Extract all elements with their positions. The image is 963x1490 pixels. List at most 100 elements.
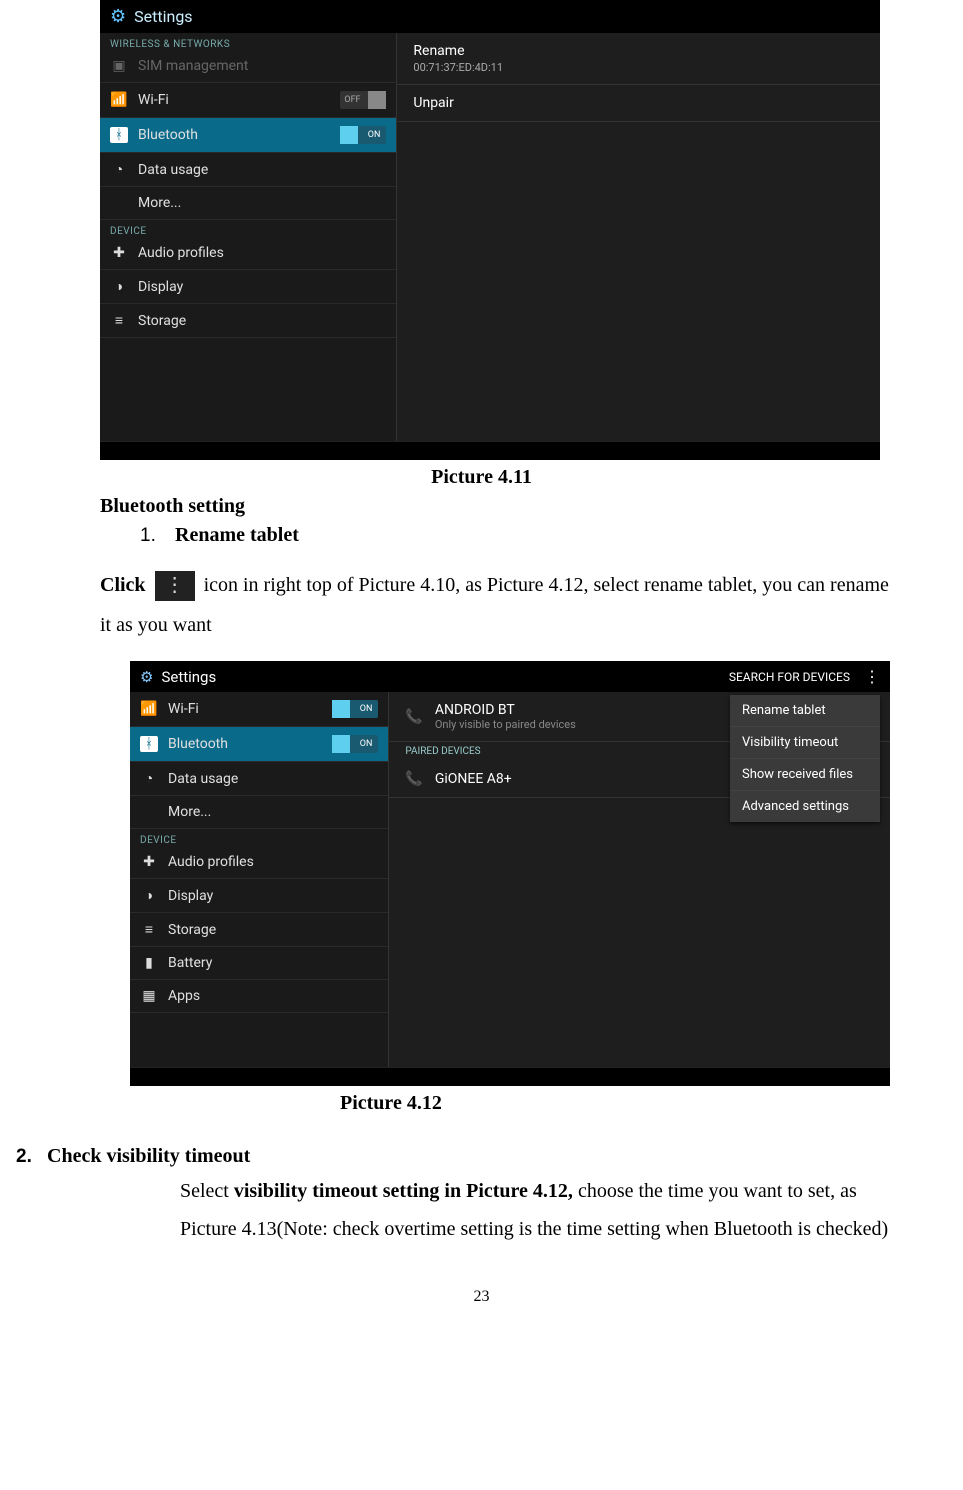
section-device-header: DEVICE [100, 220, 396, 237]
menu-visibility-timeout[interactable]: Visibility timeout [730, 727, 880, 759]
display-icon: ◑ [140, 887, 158, 904]
data-usage-icon: ◔ [110, 161, 128, 178]
menu-advanced-settings[interactable]: Advanced settings [730, 791, 880, 822]
screenshot-4-11: ⚙ Settings WIRELESS & NETWORKS ▣ SIM man… [100, 0, 880, 460]
audio-icon: ✚ [110, 245, 128, 261]
sidebar-item-audio[interactable]: ✚ Audio profiles [130, 846, 388, 879]
sidebar-item-storage[interactable]: ≡ Storage [130, 913, 388, 947]
sidebar-item-label: Display [168, 888, 213, 904]
window-title: Settings [161, 668, 216, 686]
figure-caption: Picture 4.11 [10, 466, 953, 489]
wifi-toggle[interactable] [332, 700, 378, 718]
sidebar-item-more[interactable]: More... [130, 796, 388, 829]
storage-icon: ≡ [140, 921, 158, 938]
section-device-header: DEVICE [130, 829, 388, 846]
sidebar-item-wifi[interactable]: 📶 Wi-Fi [130, 692, 388, 727]
sidebar-item-label: Data usage [168, 771, 238, 787]
window-title: Settings [134, 7, 192, 26]
sidebar-item-label: Battery [168, 955, 212, 971]
overflow-menu-icon [155, 571, 195, 601]
sidebar-item-label: Audio profiles [168, 854, 254, 870]
sidebar-item-display[interactable]: ◑ Display [100, 270, 396, 304]
battery-icon: ▮ [140, 955, 158, 971]
settings-sidebar: 📶 Wi-Fi ᚼ Bluetooth ◔ Data usage More... [130, 692, 389, 1067]
search-devices-button[interactable]: SEARCH FOR DEVICES [729, 670, 850, 684]
data-usage-icon: ◔ [140, 770, 158, 787]
sidebar-item-label: Storage [138, 313, 186, 329]
phone-icon: 📞 [405, 771, 422, 787]
para1-click: Click [100, 574, 151, 596]
window-titlebar: ⚙ Settings [100, 0, 880, 33]
action-bar: ⚙Settings SEARCH FOR DEVICES ⋮ [130, 661, 890, 692]
device-visibility: Only visible to paired devices [435, 718, 576, 731]
apps-icon: ▦ [140, 988, 158, 1004]
menu-show-received-files[interactable]: Show received files [730, 759, 880, 791]
audio-icon: ✚ [140, 854, 158, 870]
sidebar-item-more[interactable]: More... [100, 187, 396, 220]
sidebar-item-label: Bluetooth [168, 736, 228, 752]
settings-sidebar: WIRELESS & NETWORKS ▣ SIM management 📶 W… [100, 33, 397, 441]
wifi-icon: 📶 [140, 701, 158, 717]
sidebar-item-sim[interactable]: ▣ SIM management [100, 50, 396, 83]
storage-icon: ≡ [110, 312, 128, 329]
phone-icon: 📞 [405, 709, 422, 725]
bluetooth-setting-heading: Bluetooth setting [100, 495, 953, 518]
rename-label: Rename [413, 43, 864, 59]
sim-icon: ▣ [110, 58, 128, 74]
sidebar-item-display[interactable]: ◑ Display [130, 879, 388, 913]
para1-rest: icon in right top of Picture 4.10, as Pi… [100, 574, 889, 636]
rename-option[interactable]: Rename 00:71:37:ED:4D:11 [397, 33, 880, 85]
paired-device-name: GiONEE A8+ [435, 771, 512, 787]
overflow-menu-icon[interactable]: ⋮ [864, 667, 880, 686]
settings-icon: ⚙Settings [140, 668, 216, 686]
bluetooth-toggle[interactable] [340, 126, 386, 144]
wifi-toggle[interactable] [340, 91, 386, 109]
overflow-menu: Rename tablet Visibility timeout Show re… [730, 695, 880, 822]
sidebar-item-label: Wi-Fi [138, 92, 169, 108]
bluetooth-toggle[interactable] [332, 735, 378, 753]
sidebar-item-label: Storage [168, 922, 216, 938]
wifi-icon: 📶 [110, 92, 128, 108]
sidebar-item-battery[interactable]: ▮ Battery [130, 947, 388, 980]
sidebar-item-label: Data usage [138, 162, 208, 178]
sidebar-item-label: Audio profiles [138, 245, 224, 261]
sidebar-item-label: Display [138, 279, 183, 295]
list-number: 2. [16, 1146, 42, 1168]
sidebar-item-label: Bluetooth [138, 127, 198, 143]
settings-icon: ⚙ [110, 6, 126, 27]
device-name: ANDROID BT [435, 702, 576, 718]
sidebar-item-apps[interactable]: ▦ Apps [130, 980, 388, 1013]
nav-bar [100, 441, 880, 460]
sidebar-item-data-usage[interactable]: ◔ Data usage [100, 153, 396, 187]
sidebar-item-bluetooth[interactable]: ᚼ Bluetooth [100, 118, 396, 153]
display-icon: ◑ [110, 278, 128, 295]
list-number: 1. [140, 525, 170, 547]
sidebar-item-label: Apps [168, 988, 200, 1004]
sidebar-item-bluetooth[interactable]: ᚼ Bluetooth [130, 727, 388, 762]
rename-mac: 00:71:37:ED:4D:11 [413, 61, 864, 74]
list-item-1: 1. Rename tablet [140, 524, 953, 547]
sidebar-item-audio[interactable]: ✚ Audio profiles [100, 237, 396, 270]
page-number: 23 [10, 1288, 953, 1316]
screenshot-4-12: ⚙Settings SEARCH FOR DEVICES ⋮ Rename ta… [130, 661, 890, 1086]
section-wireless-header: WIRELESS & NETWORKS [100, 33, 396, 50]
sidebar-item-label: More... [138, 195, 181, 211]
menu-rename-tablet[interactable]: Rename tablet [730, 695, 880, 727]
sidebar-item-storage[interactable]: ≡ Storage [100, 304, 396, 338]
sidebar-item-data-usage[interactable]: ◔ Data usage [130, 762, 388, 796]
list-label: Rename tablet [175, 524, 299, 546]
figure-caption: Picture 4.12 [340, 1092, 953, 1115]
nav-bar [130, 1067, 890, 1086]
sidebar-item-wifi[interactable]: 📶 Wi-Fi [100, 83, 396, 118]
sidebar-item-label: More... [168, 804, 211, 820]
paragraph-2: Select visibility timeout setting in Pic… [180, 1172, 900, 1248]
sidebar-item-label: SIM management [138, 58, 248, 74]
para2-bold: visibility timeout setting in Picture 4.… [234, 1180, 573, 1202]
unpair-option[interactable]: Unpair [397, 85, 880, 122]
detail-pane: Rename 00:71:37:ED:4D:11 Unpair [397, 33, 880, 441]
list-label: Check visibility timeout [47, 1145, 250, 1167]
bluetooth-icon: ᚼ [140, 736, 158, 752]
paragraph-1: Click icon in right top of Picture 4.10,… [100, 565, 900, 645]
sidebar-item-label: Wi-Fi [168, 701, 199, 717]
list-item-2: 2. Check visibility timeout [16, 1145, 953, 1168]
